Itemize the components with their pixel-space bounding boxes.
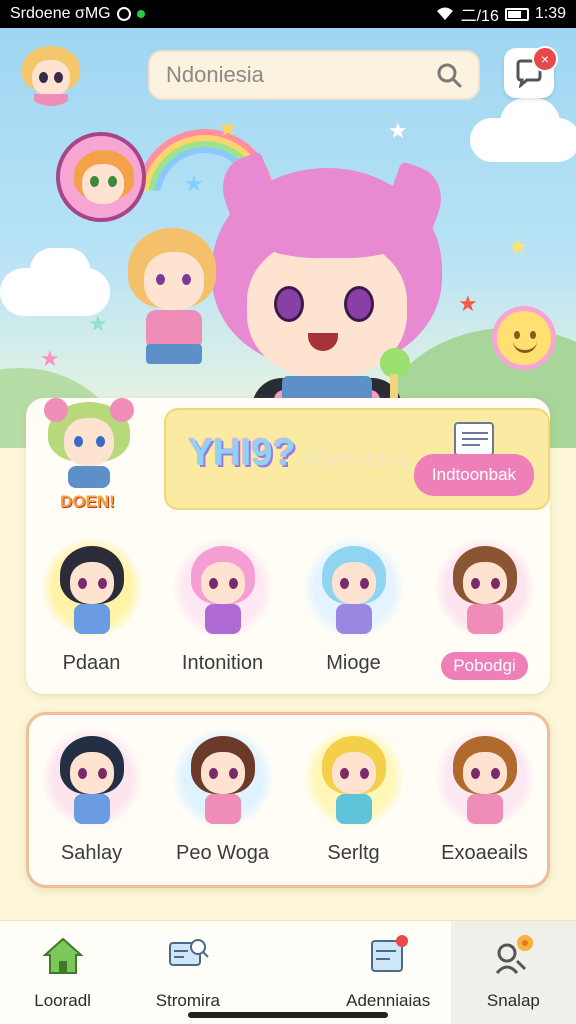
character-card[interactable]: Pdaan [32, 538, 152, 680]
character-card[interactable]: Peo Woga [163, 728, 283, 865]
character-row-2: Sahlay Peo Woga Serltg Exoaeails [26, 728, 550, 865]
nav-label: Stromira [155, 991, 220, 1010]
character-avatar [41, 728, 142, 828]
star-icon: ★ [40, 346, 60, 371]
search-icon[interactable] [436, 62, 462, 88]
nav-label: Snalap [486, 991, 540, 1010]
network-text: ⼆/16 [460, 8, 499, 25]
character-card[interactable]: Exoaeails [425, 728, 545, 865]
character-name: Mioge [326, 652, 381, 674]
nav-item-profile[interactable]: Snalap [450, 921, 576, 1024]
chat-badge[interactable]: × [532, 46, 558, 72]
wifi-icon [436, 7, 453, 20]
banner-action-button[interactable]: Indtoonbak [414, 454, 534, 496]
character-name: Peo Woga [175, 842, 270, 864]
banner-subtitle: NOONIESIE [302, 450, 412, 470]
star-icon: ★ [508, 234, 528, 259]
promo-tag: DOEN! [60, 492, 115, 511]
chibi-avatar[interactable] [20, 44, 82, 106]
character-card[interactable]: Pobodgi [425, 538, 545, 680]
search-input[interactable] [166, 62, 416, 88]
character-avatar [172, 538, 273, 638]
profile-flower-icon [496, 935, 534, 975]
character-name: Exoaeails [441, 842, 528, 864]
promo-banner[interactable]: YHI9? NOONIESIE Indtoonbak [164, 408, 550, 510]
star-icon: ★ [218, 116, 238, 141]
character-card[interactable]: Intonition [163, 538, 283, 680]
star-icon: ★ [388, 118, 408, 143]
status-left-text: Srdoene σMG [10, 5, 111, 22]
nav-label: Adenniaias [346, 991, 431, 1010]
cloud [30, 248, 90, 292]
character-avatar [41, 538, 142, 638]
app-screen: Srdoene σMG ⼆/16 1:39 ★ ★ ★ ★ ★ ★ ★ Ndon… [0, 0, 576, 1024]
character-avatar [434, 538, 535, 638]
character-card[interactable]: Mioge [294, 538, 414, 680]
document-icon [454, 422, 494, 456]
nav-item-events[interactable]: Adenniaias [326, 921, 451, 1024]
notification-icon [116, 7, 131, 21]
character-name: Pdaan [62, 652, 121, 674]
status-time: 1:39 [534, 5, 566, 22]
character-avatar [434, 728, 535, 828]
star-icon: ★ [88, 311, 108, 336]
nav-item-home[interactable]: Looradl [0, 921, 125, 1024]
character-name: Pobodgi [441, 652, 528, 680]
character-name: Sahlay [60, 842, 123, 864]
home-indicator[interactable] [188, 1012, 388, 1018]
character-card[interactable]: Serltg [294, 728, 414, 865]
smiley-balloon [492, 306, 556, 370]
character-name: Intonition [181, 652, 264, 674]
cloud [500, 98, 560, 148]
bottom-nav: Looradl Stromira Adenniaias Snalap [0, 920, 576, 1024]
calendar-icon [371, 935, 409, 972]
chibi-avatar[interactable] [56, 132, 146, 222]
battery-icon [504, 7, 529, 21]
character-avatar [172, 728, 273, 828]
nav-label: Looradl [34, 991, 91, 1010]
character-avatar [303, 728, 404, 828]
character-card[interactable]: Sahlay [32, 728, 152, 865]
chibi-mascot [44, 396, 134, 488]
active-dot-icon [136, 10, 145, 18]
chibi-character [124, 228, 220, 368]
star-icon: ★ [184, 171, 204, 196]
search-monitor-icon [168, 939, 209, 966]
character-row-1: Pdaan Intonition Mioge Pobodgi [26, 538, 550, 680]
search-bar[interactable] [148, 50, 480, 100]
status-bar: Srdoene σMG ⼆/16 1:39 [0, 0, 576, 28]
star-icon: ★ [458, 291, 478, 316]
home-icon [41, 937, 84, 974]
character-avatar [303, 538, 404, 638]
nav-item-browse[interactable]: Stromira [125, 921, 250, 1024]
banner-title: YHI9? [188, 432, 296, 474]
character-name: Serltg [327, 842, 380, 864]
